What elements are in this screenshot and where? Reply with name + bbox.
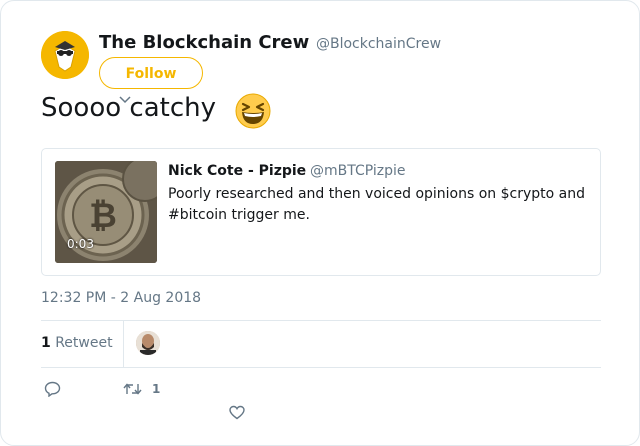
divider	[41, 320, 601, 321]
svg-text:₿: ₿	[89, 196, 117, 236]
retweet-action-count: 1	[152, 382, 161, 396]
retweet-stat-label: Retweet	[55, 335, 113, 351]
reply-icon[interactable]	[44, 381, 61, 397]
retweet-stat[interactable]: 1 Retweet	[41, 335, 113, 351]
quoted-tweet-text: Poorly researched and then voiced opinio…	[168, 186, 585, 223]
follow-button[interactable]: Follow	[99, 57, 203, 89]
retweeter-avatar[interactable]	[136, 331, 160, 355]
retweet-icon[interactable]	[123, 382, 142, 396]
heart-icon[interactable]	[229, 405, 245, 420]
divider	[123, 321, 124, 367]
video-duration: 0:03	[67, 237, 94, 251]
quoted-author-handle: @mBTCPizpie	[310, 163, 406, 179]
tweet-card: The Blockchain Crew @BlockchainCrew Foll…	[0, 0, 640, 446]
video-thumbnail[interactable]: ₿ 0:03	[55, 161, 157, 263]
grinning-squinting-face-emoji	[235, 93, 271, 129]
author-handle[interactable]: @BlockchainCrew	[316, 36, 441, 52]
quoted-author-name: Nick Cote - Pizpie	[168, 163, 307, 179]
chevron-down-icon[interactable]	[119, 95, 131, 105]
tweet-timestamp[interactable]: 12:32 PM - 2 Aug 2018	[41, 290, 201, 306]
author-name[interactable]: The Blockchain Crew	[99, 32, 309, 53]
retweet-stat-count: 1	[41, 335, 51, 351]
divider	[41, 367, 601, 368]
author-avatar[interactable]	[41, 31, 89, 79]
quoted-tweet[interactable]: ₿ 0:03 Nick Cote - Pizpie @mBTCPizpie Po…	[41, 148, 601, 276]
